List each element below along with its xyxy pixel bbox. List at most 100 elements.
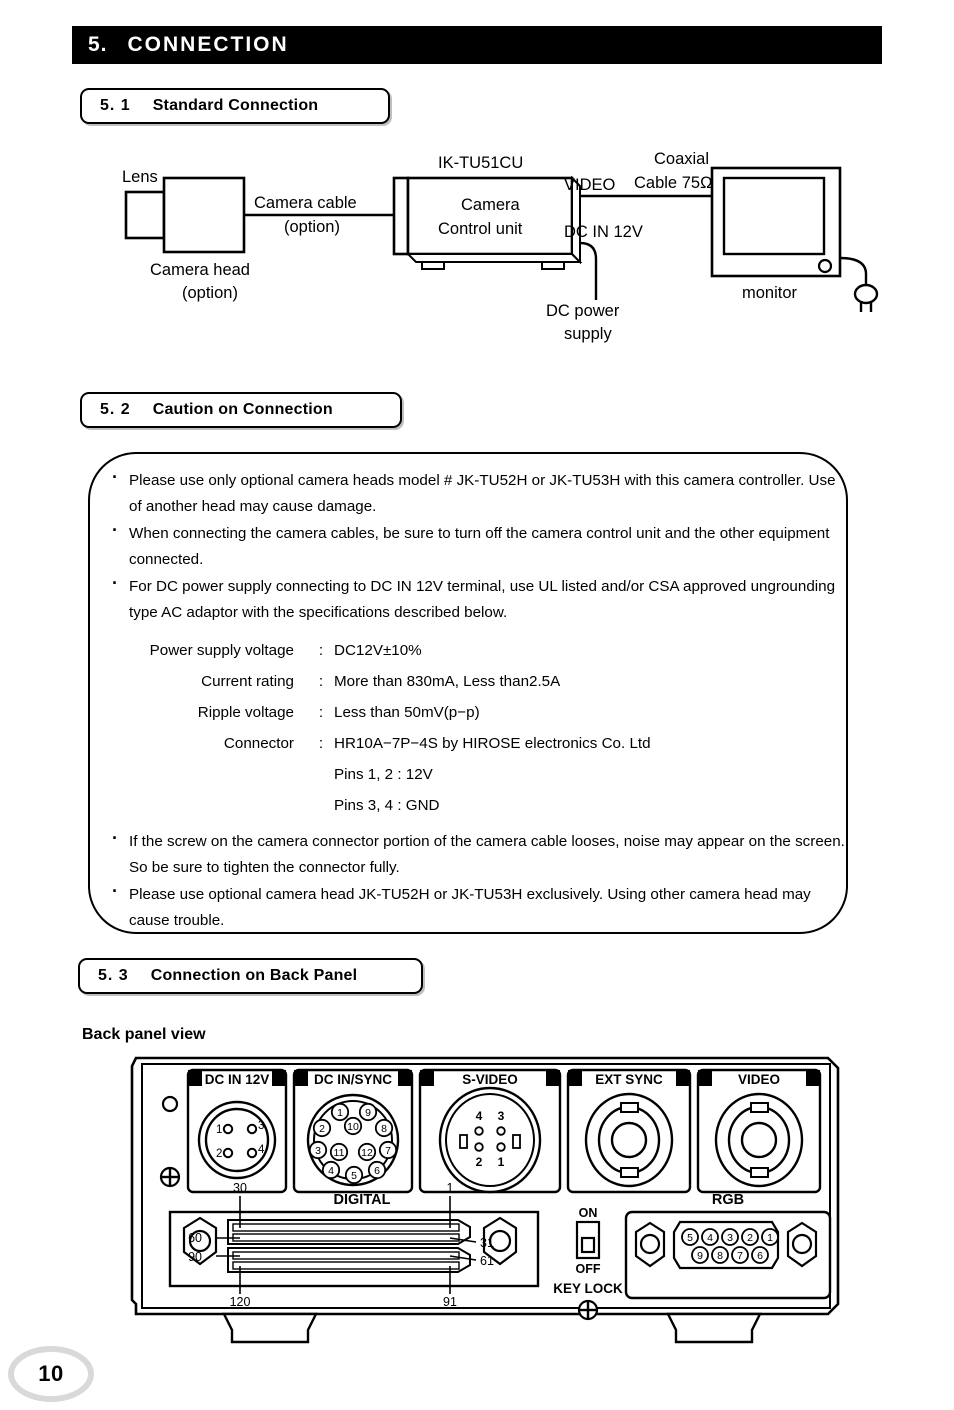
ccu-foot-right bbox=[541, 261, 565, 270]
dc-in-pin-num-2: 2 bbox=[216, 1148, 222, 1160]
sync-pin-7: 7 bbox=[385, 1145, 391, 1157]
spec-subline-row: Pins 1, 2 : 12V bbox=[108, 759, 848, 790]
label-unit-model: IK-TU51CU bbox=[438, 154, 523, 172]
label-coax-2: Cable 75Ω bbox=[634, 174, 713, 192]
caution-bullet: When connecting the camera cables, be su… bbox=[108, 518, 848, 572]
s-video-pin-hole-2 bbox=[474, 1142, 484, 1152]
digital-pin-120: 120 bbox=[230, 1295, 251, 1309]
key-lock-screw bbox=[577, 1299, 599, 1321]
s-video-pin-num-2: 2 bbox=[476, 1155, 483, 1169]
spec-label: Power supply voltage bbox=[149, 642, 294, 659]
sync-pin-12: 12 bbox=[361, 1147, 373, 1159]
bay-tab-left bbox=[420, 1070, 434, 1086]
camera-head-shape bbox=[162, 176, 246, 254]
power-plug-head bbox=[853, 283, 879, 305]
digital-slot-2 bbox=[232, 1233, 460, 1242]
s-video-pin-num-3: 3 bbox=[498, 1109, 505, 1123]
back-panel-diagram: DC IN 12V 1 3 2 4 DC IN/SYNC 1 9 2 10 8 bbox=[128, 1052, 844, 1348]
rgb-pin-4: 4 bbox=[707, 1232, 713, 1244]
section-number: 5. 1 bbox=[100, 97, 131, 114]
monitor-power-knob bbox=[817, 258, 833, 274]
dc-in-pin-hole-2 bbox=[222, 1147, 234, 1159]
connector-bay-dc-in-sync: DC IN/SYNC 1 9 2 10 8 3 11 12 7 4 5 6 bbox=[292, 1068, 414, 1194]
spec-value: More than 830mA, Less than2.5A bbox=[334, 673, 561, 690]
connector-bay-video: VIDEO bbox=[696, 1068, 822, 1194]
caution-content: Please use only optional camera heads mo… bbox=[108, 465, 848, 935]
key-lock-switch-lever[interactable] bbox=[580, 1236, 596, 1254]
spec-value: DC12V±10% bbox=[334, 642, 422, 659]
rgb-label: RGB bbox=[712, 1192, 744, 1208]
rgb-pin-8: 8 bbox=[717, 1250, 723, 1262]
rgb-pin-3: 3 bbox=[727, 1232, 733, 1244]
section-heading-5-3: 5. 3 Connection on Back Panel bbox=[78, 958, 423, 994]
connector-label-s-video: S-VIDEO bbox=[462, 1072, 518, 1087]
sync-pin-3: 3 bbox=[315, 1145, 321, 1157]
rgb-pin-5: 5 bbox=[687, 1232, 693, 1244]
sync-pin-10: 10 bbox=[347, 1121, 359, 1133]
digital-pin-91: 91 bbox=[443, 1295, 457, 1309]
bay-tab-left bbox=[698, 1070, 712, 1086]
video-bnc-center bbox=[740, 1121, 778, 1159]
dc-in-pin-num-1: 1 bbox=[216, 1124, 222, 1136]
s-video-key-slot-left bbox=[459, 1134, 468, 1149]
dc-power-cable-line bbox=[579, 241, 598, 300]
label-coax-1: Coaxial bbox=[654, 150, 709, 168]
label-dc-power-1: DC power bbox=[546, 302, 620, 320]
chapter-header-bar: 5. CONNECTION bbox=[72, 26, 882, 64]
s-video-pin-num-1: 1 bbox=[498, 1155, 505, 1169]
digital-slot-3 bbox=[232, 1251, 460, 1260]
page-number-text: 10 bbox=[38, 1361, 64, 1386]
digital-label: DIGITAL bbox=[334, 1192, 391, 1208]
spec-subline: Pins 1, 2 : 12V bbox=[334, 766, 433, 783]
spec-row: Current rating : More than 830mA, Less t… bbox=[108, 666, 848, 697]
connector-bay-ext-sync: EXT SYNC bbox=[566, 1068, 692, 1194]
bay-tab-right bbox=[272, 1070, 286, 1086]
section-heading-5-1: 5. 1 Standard Connection bbox=[80, 88, 390, 124]
video-bayonet-slot-top bbox=[750, 1102, 769, 1113]
label-dc-in-12v: DC IN 12V bbox=[564, 223, 643, 241]
spec-indent-spacer bbox=[108, 759, 334, 790]
label-unit-name-1: Camera bbox=[461, 196, 521, 214]
dc-in-pin-hole-4 bbox=[246, 1147, 258, 1159]
rgb-standoff-left bbox=[634, 1221, 666, 1268]
bay-tab-right bbox=[398, 1070, 412, 1086]
spec-colon: : bbox=[318, 642, 324, 659]
spec-indent-spacer bbox=[108, 790, 334, 821]
caution-bullet: Please use optional camera head JK-TU52H… bbox=[108, 879, 848, 933]
section-title: Caution on Connection bbox=[152, 401, 333, 418]
back-panel-view-heading: Back panel view bbox=[82, 1026, 206, 1043]
section-heading-5-2: 5. 2 Caution on Connection bbox=[80, 392, 402, 428]
caution-bullet: For DC power supply connecting to DC IN … bbox=[108, 571, 848, 625]
spec-colon: : bbox=[318, 673, 324, 690]
rgb-pin-7: 7 bbox=[737, 1250, 743, 1262]
standard-connection-diagram: Lens Camera head (option) Camera cable (… bbox=[64, 140, 904, 370]
dc-in-pin-num-4: 4 bbox=[258, 1144, 265, 1156]
s-video-pin-hole-3 bbox=[496, 1126, 506, 1136]
connector-label-video: VIDEO bbox=[738, 1072, 780, 1087]
connector-label-dc-in-12v: DC IN 12V bbox=[205, 1072, 270, 1087]
ext-sync-bayonet-slot-top bbox=[620, 1102, 639, 1113]
digital-pin-1: 1 bbox=[447, 1181, 454, 1195]
chapter-number: 5. bbox=[88, 33, 108, 56]
bay-tab-right bbox=[806, 1070, 820, 1086]
sync-pin-11: 11 bbox=[334, 1147, 345, 1159]
rgb-pin-2: 2 bbox=[747, 1232, 753, 1244]
digital-pin-31: 31 bbox=[480, 1236, 494, 1250]
label-camera-cable: Camera cable bbox=[254, 194, 357, 212]
chassis-foot-right bbox=[666, 1312, 762, 1344]
spec-label: Ripple voltage bbox=[197, 704, 294, 721]
spec-subline-row: Pins 3, 4 : GND bbox=[108, 790, 848, 821]
sync-pin-4: 4 bbox=[328, 1165, 334, 1177]
dc-in-inner-ring bbox=[204, 1107, 270, 1173]
video-bayonet-slot-bottom bbox=[750, 1167, 769, 1178]
spec-colon: : bbox=[318, 735, 324, 752]
spec-label: Current rating bbox=[201, 673, 294, 690]
digital-pin-60: 60 bbox=[188, 1231, 202, 1245]
section-number: 5. 2 bbox=[100, 401, 131, 418]
bay-tab-left bbox=[294, 1070, 308, 1086]
key-lock-off-label: OFF bbox=[576, 1262, 601, 1276]
monitor-screen bbox=[722, 176, 826, 256]
spec-value: HR10A−7P−4S by HIROSE electronics Co. Lt… bbox=[334, 735, 651, 752]
connector-label-dc-in-sync: DC IN/SYNC bbox=[314, 1072, 392, 1087]
lens-body-shape bbox=[124, 190, 166, 240]
